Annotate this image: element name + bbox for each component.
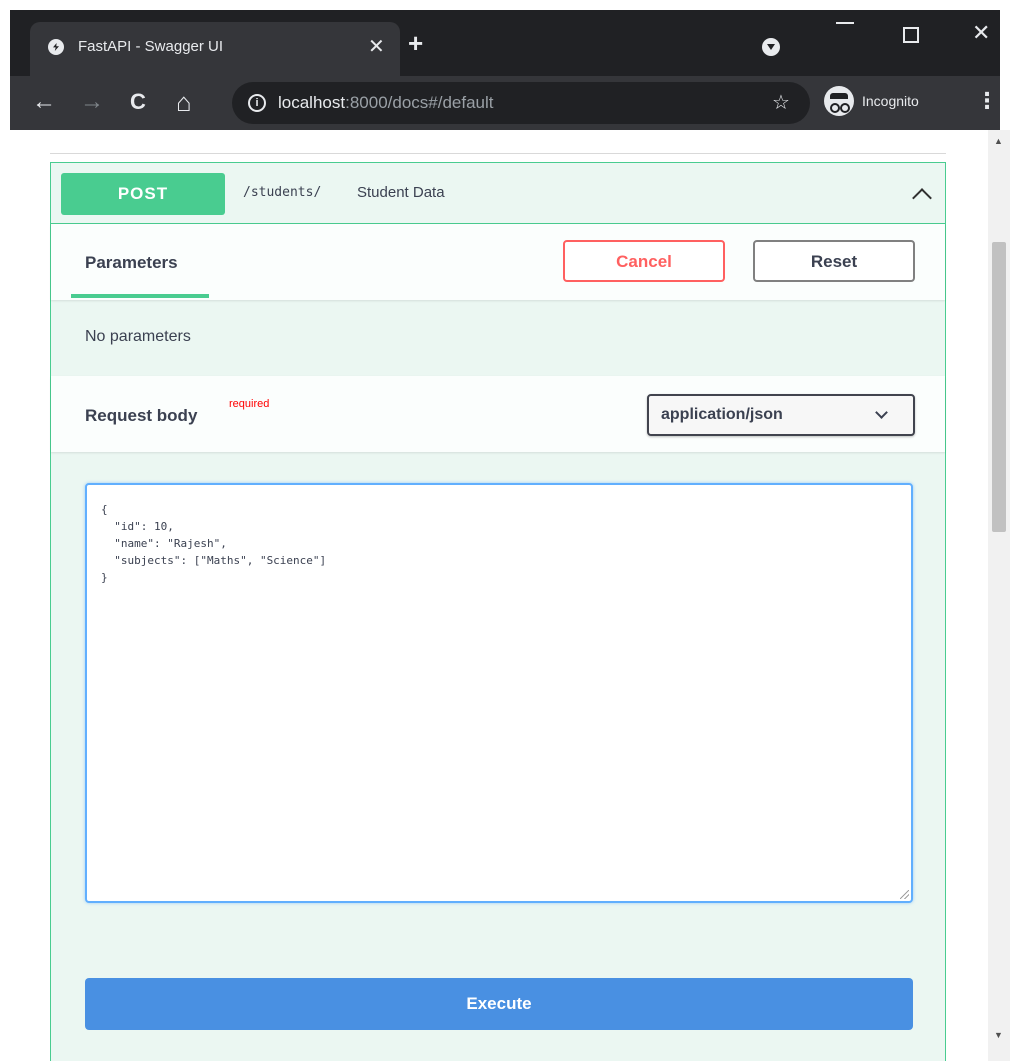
operation-description: Student Data: [357, 184, 445, 201]
request-body-textarea[interactable]: { "id": 10, "name": "Rajesh", "subjects"…: [85, 483, 913, 903]
content-type-select[interactable]: application/json: [647, 394, 915, 436]
address-bar[interactable]: i localhost:8000/docs#/default ☆: [232, 82, 810, 124]
bookmark-star-icon[interactable]: ☆: [772, 90, 790, 115]
request-body-code[interactable]: { "id": 10, "name": "Rajesh", "subjects"…: [101, 501, 326, 586]
back-arrow-icon[interactable]: ←: [32, 88, 56, 116]
tab-active-indicator: [71, 294, 209, 298]
tab-search-icon[interactable]: [762, 38, 780, 56]
browser-menu-icon[interactable]: ⋮: [976, 88, 998, 114]
reload-icon[interactable]: C: [130, 88, 146, 116]
browser-toolbar: ← → C ⌂ i localhost:8000/docs#/default ☆…: [10, 76, 1000, 130]
post-operation-block: POST /students/ Student Data Parameters …: [50, 162, 946, 1061]
required-marker: required: [229, 398, 270, 410]
operation-path: /students/: [243, 185, 322, 200]
cancel-button[interactable]: Cancel: [563, 240, 725, 282]
content-type-value: application/json: [661, 406, 783, 423]
resize-handle-icon[interactable]: [900, 890, 909, 899]
scroll-up-arrow-icon[interactable]: ▲: [994, 136, 1003, 146]
chevron-up-icon[interactable]: [912, 188, 932, 208]
window-close-icon[interactable]: ✕: [972, 20, 990, 46]
parameters-header: Parameters Cancel Reset: [51, 224, 945, 300]
request-body-title: Request body: [85, 406, 198, 425]
info-icon[interactable]: i: [248, 94, 266, 112]
scroll-thumb[interactable]: [992, 242, 1006, 532]
execute-button[interactable]: Execute: [85, 978, 913, 1030]
divider: [50, 153, 946, 154]
minimize-icon[interactable]: [836, 22, 854, 24]
incognito-label: Incognito: [862, 93, 919, 109]
browser-titlebar: FastAPI - Swagger UI ✕ + ✕: [10, 10, 1000, 76]
operation-summary[interactable]: POST /students/ Student Data: [51, 163, 945, 224]
fastapi-favicon-icon: [48, 39, 64, 55]
tab-close-icon[interactable]: ✕: [368, 34, 385, 59]
maximize-icon[interactable]: [903, 27, 919, 43]
request-body-header: Request body required application/json: [51, 376, 945, 452]
reset-button[interactable]: Reset: [753, 240, 915, 282]
new-tab-button[interactable]: +: [408, 28, 423, 59]
url-text[interactable]: localhost:8000/docs#/default: [278, 93, 494, 113]
method-badge: POST: [61, 173, 225, 215]
forward-arrow-icon[interactable]: →: [80, 88, 104, 116]
tab-title: FastAPI - Swagger UI: [78, 38, 224, 55]
incognito-icon: [824, 86, 854, 116]
tab-parameters[interactable]: Parameters: [85, 253, 178, 273]
browser-tab[interactable]: FastAPI - Swagger UI ✕: [30, 22, 400, 76]
chevron-down-icon: [875, 406, 888, 419]
no-parameters-text: No parameters: [85, 328, 191, 345]
scroll-down-arrow-icon[interactable]: ▼: [994, 1030, 1003, 1040]
page-scrollbar[interactable]: ▲ ▼: [988, 130, 1010, 1061]
home-icon[interactable]: ⌂: [176, 88, 192, 116]
